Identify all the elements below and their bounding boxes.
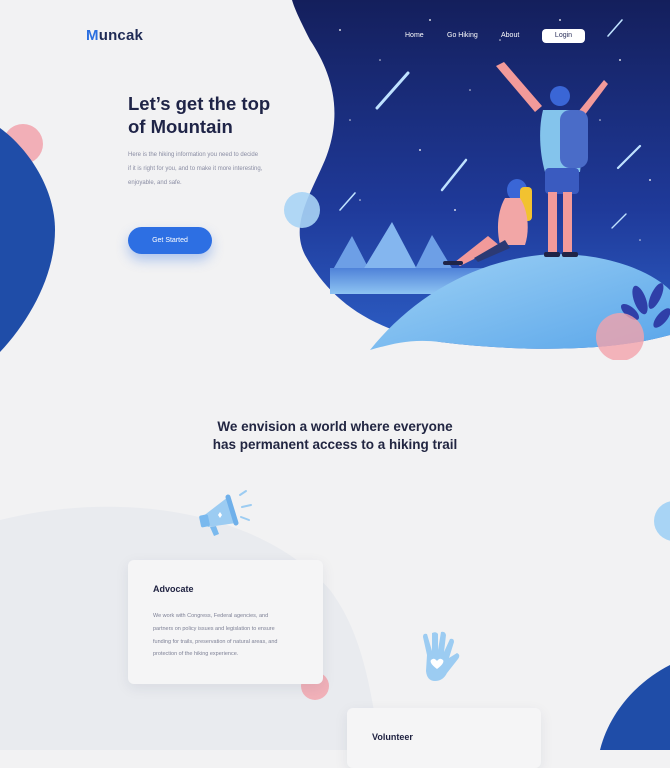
- hero-title: Let’s get the top of Mountain: [128, 92, 328, 138]
- advocate-body-line-2: partners on policy issues and legislatio…: [153, 625, 275, 632]
- bottom-right-blue-blob: [600, 665, 670, 750]
- advocate-card-title: Advocate: [153, 584, 194, 594]
- volunteer-card-title: Volunteer: [372, 732, 413, 742]
- vision-heading-line-2: has permanent access to a hiking trail: [212, 437, 458, 452]
- login-button[interactable]: Login: [542, 29, 585, 43]
- hero-title-line-1: Let’s get the top: [128, 93, 271, 114]
- brand-logo[interactable]: Muncak: [86, 27, 143, 44]
- hero-description: Here is the hiking information you need …: [128, 148, 278, 190]
- brand-logo-rest: uncak: [98, 27, 144, 44]
- volunteer-card: Volunteer: [347, 708, 541, 768]
- advocate-card-body: We work with Congress, Federal agencies,…: [153, 610, 313, 661]
- nav-go-hiking[interactable]: Go Hiking: [447, 32, 478, 39]
- hero-title-line-2: of Mountain: [128, 116, 233, 137]
- accent-circle-pink-right: [596, 313, 644, 360]
- accent-circle-blue-edge: [654, 501, 670, 541]
- advocate-body-line-4: protection of the hiking experience.: [153, 651, 239, 658]
- advocate-body-line-1: We work with Congress, Federal agencies,…: [153, 613, 269, 619]
- accent-circle-blue: [284, 192, 320, 228]
- vision-heading-line-1: We envision a world where everyone: [217, 419, 453, 434]
- nav-home[interactable]: Home: [405, 32, 424, 39]
- nav-about[interactable]: About: [501, 32, 519, 39]
- hero-desc-line-2: if it is right for you, and to make it m…: [128, 166, 263, 172]
- hero-desc-line-3: enjoyable, and safe.: [128, 180, 182, 186]
- hero-illustration: [0, 0, 670, 360]
- advocate-body-line-3: funding for trails, preservation of natu…: [153, 638, 278, 645]
- left-blue-blob: [0, 128, 55, 352]
- megaphone-icon: [199, 490, 252, 536]
- advocate-card: Advocate We work with Congress, Federal …: [128, 560, 323, 684]
- hero-desc-line-1: Here is the hiking information you need …: [128, 152, 259, 158]
- brand-logo-initial: M: [86, 27, 99, 44]
- hand-heart-icon: [423, 631, 460, 681]
- get-started-button[interactable]: Get Started: [128, 227, 212, 254]
